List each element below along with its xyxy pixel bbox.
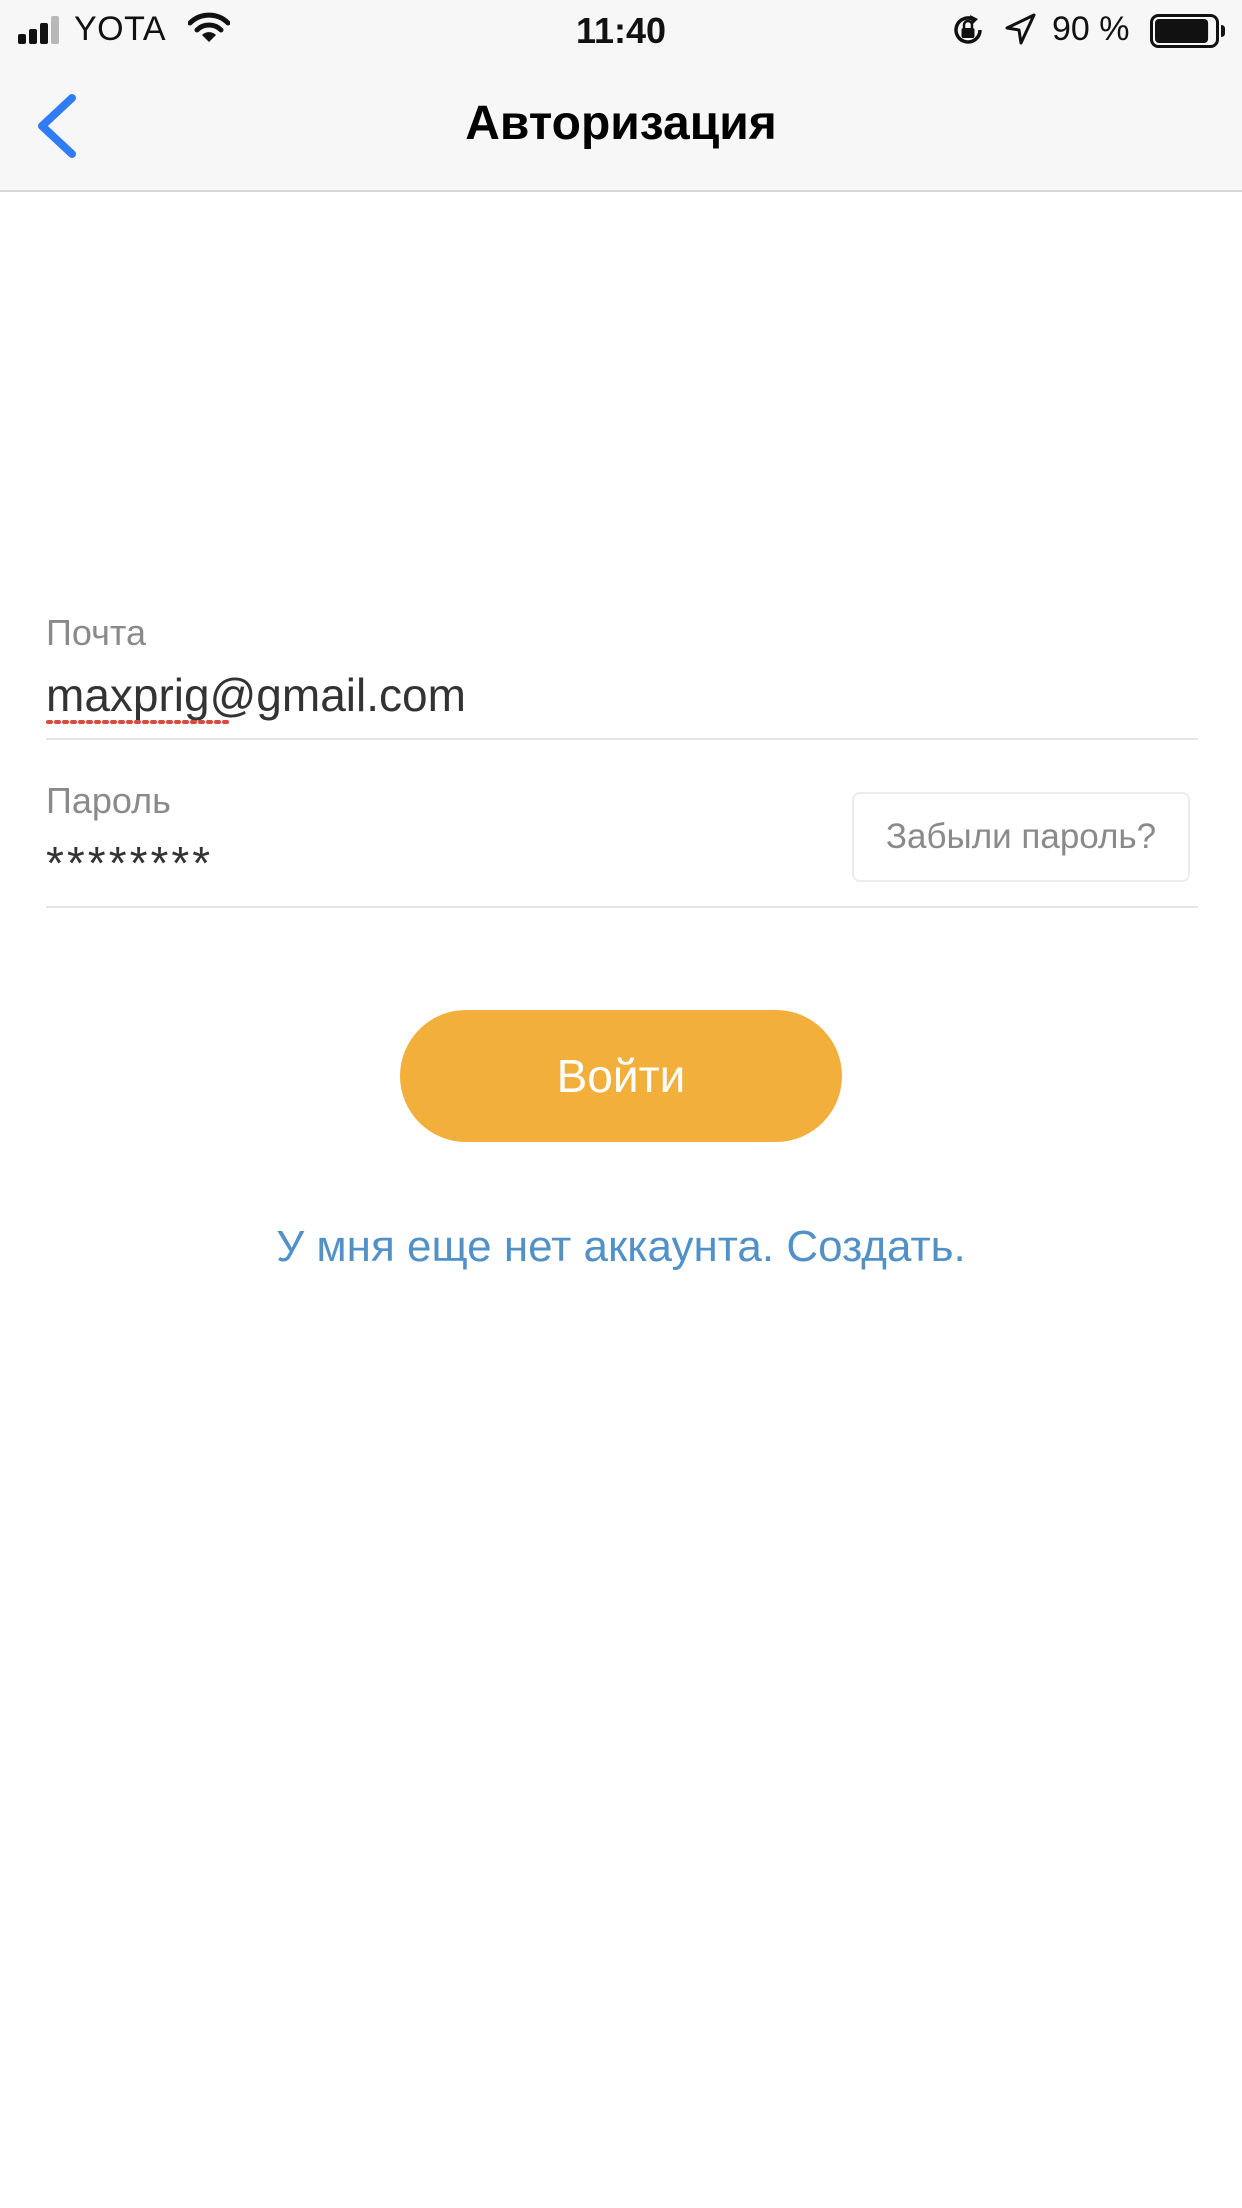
page-title: Авторизация (465, 97, 777, 150)
password-divider (46, 906, 1198, 908)
rotation-lock-icon (954, 15, 982, 44)
forgot-password-button[interactable]: Забыли пароль? (852, 792, 1190, 882)
create-account-link[interactable]: У мня еще нет аккаунта. Создать. (0, 1222, 1242, 1272)
password-field[interactable]: ******** (46, 836, 213, 890)
battery-icon (1150, 14, 1225, 48)
email-label: Почта (46, 612, 146, 653)
location-arrow-icon (1005, 13, 1036, 45)
spellcheck-underline (46, 720, 232, 724)
email-field[interactable] (46, 668, 1196, 722)
login-screen: YOTA 11:40 90 % Авторизация Почта maxpri… (0, 0, 1242, 2208)
navigation-bar: Авторизация (0, 60, 1242, 192)
email-divider (46, 738, 1198, 740)
battery-percent: 90 % (1052, 10, 1130, 48)
status-bar: YOTA 11:40 90 % (0, 0, 1242, 60)
login-button[interactable]: Войти (400, 1010, 842, 1142)
password-label: Пароль (46, 780, 171, 821)
